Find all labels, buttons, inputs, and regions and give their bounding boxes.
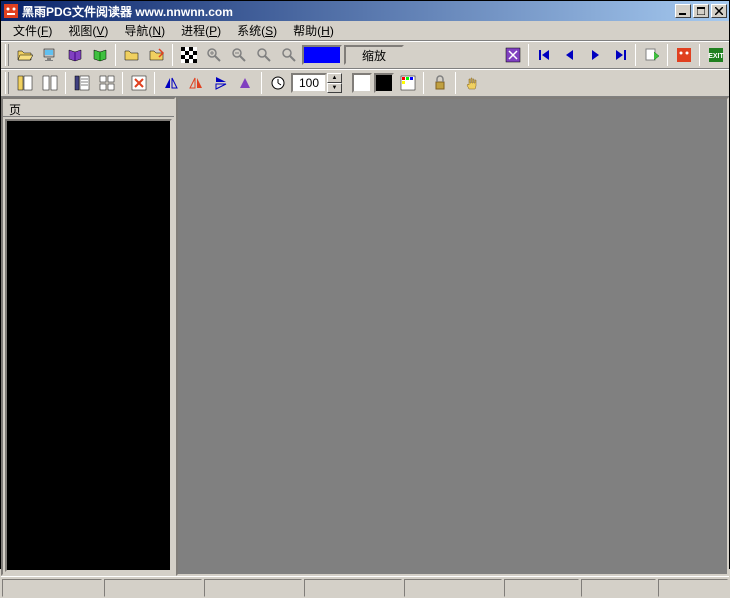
nav-prev-button[interactable]: [558, 44, 581, 66]
close-page-button[interactable]: [127, 72, 150, 94]
maximize-button[interactable]: [693, 4, 709, 18]
app-action-button[interactable]: [672, 44, 695, 66]
grid-view-button[interactable]: [95, 72, 118, 94]
layout-2col-button[interactable]: [38, 72, 61, 94]
flip-h-button[interactable]: [159, 72, 182, 94]
side-tab-page[interactable]: 页: [3, 99, 174, 117]
svg-text:EXIT: EXIT: [708, 53, 724, 60]
content-area: 页: [1, 97, 729, 576]
page-input[interactable]: [291, 73, 327, 93]
toggle-sidebar-button[interactable]: [13, 72, 36, 94]
thumbnail-view-button[interactable]: [70, 72, 93, 94]
status-cell: [404, 579, 502, 597]
close-button[interactable]: [711, 4, 727, 18]
menu-file[interactable]: 文件(F): [5, 20, 60, 41]
zoom-dropdown[interactable]: 缩放: [344, 45, 404, 65]
side-panel: 页: [1, 97, 176, 576]
status-cell: [204, 579, 302, 597]
selection-color-box[interactable]: [302, 45, 342, 65]
status-cell: [104, 579, 202, 597]
status-cell: [504, 579, 579, 597]
clock-button[interactable]: [266, 72, 289, 94]
zoom-2-button[interactable]: [277, 44, 300, 66]
nav-last-button[interactable]: [608, 44, 631, 66]
menu-system[interactable]: 系统(S): [229, 20, 285, 41]
status-cell: [2, 579, 102, 597]
palette-button[interactable]: [396, 72, 419, 94]
book-button[interactable]: [63, 44, 86, 66]
fg-color-box[interactable]: [352, 73, 372, 93]
menu-help[interactable]: 帮助(H): [285, 20, 342, 41]
rotate-button[interactable]: [234, 72, 257, 94]
zoom-in-button[interactable]: [202, 44, 225, 66]
toolbar-grip[interactable]: [5, 72, 9, 94]
spin-up-button[interactable]: ▲: [327, 73, 342, 83]
minimize-button[interactable]: [675, 4, 691, 18]
menu-nav[interactable]: 导航(N): [116, 20, 173, 41]
toolbar-grip[interactable]: [5, 44, 9, 66]
status-cell: [304, 579, 402, 597]
exit-button[interactable]: EXIT: [704, 44, 727, 66]
menu-view[interactable]: 视图(V): [60, 20, 116, 41]
folder-arrow-button[interactable]: [145, 44, 168, 66]
titlebar: 黑雨PDG文件阅读器 www.nnwnn.com: [1, 1, 729, 21]
main-document-area[interactable]: [176, 97, 729, 576]
zoom-1-button[interactable]: [252, 44, 275, 66]
toolbar-2: ▲ ▼: [1, 69, 729, 97]
checker-button[interactable]: [177, 44, 200, 66]
app-icon: [3, 3, 19, 19]
book-green-button[interactable]: [88, 44, 111, 66]
export-button[interactable]: [640, 44, 663, 66]
spin-down-button[interactable]: ▼: [327, 83, 342, 93]
page-spinner[interactable]: ▲ ▼: [291, 73, 342, 93]
folder-button[interactable]: [120, 44, 143, 66]
nav-next-button[interactable]: [583, 44, 606, 66]
fullscreen-button[interactable]: [501, 44, 524, 66]
flip-v-button[interactable]: [209, 72, 232, 94]
status-cell: [581, 579, 656, 597]
lock-button[interactable]: [428, 72, 451, 94]
flip-h2-button[interactable]: [184, 72, 207, 94]
menu-process[interactable]: 进程(P): [173, 20, 229, 41]
open-file-button[interactable]: [13, 44, 36, 66]
menubar: 文件(F) 视图(V) 导航(N) 进程(P) 系统(S) 帮助(H): [1, 21, 729, 41]
zoom-out-button[interactable]: [227, 44, 250, 66]
hand-button[interactable]: [460, 72, 483, 94]
status-cell: [658, 579, 728, 597]
toolbar-1: 缩放 EXIT: [1, 41, 729, 69]
bg-color-box[interactable]: [374, 73, 394, 93]
thumbnail-area[interactable]: [5, 119, 172, 572]
nav-first-button[interactable]: [533, 44, 556, 66]
open-network-button[interactable]: [38, 44, 61, 66]
statusbar: [1, 576, 729, 598]
window-title: 黑雨PDG文件阅读器 www.nnwnn.com: [22, 3, 675, 20]
